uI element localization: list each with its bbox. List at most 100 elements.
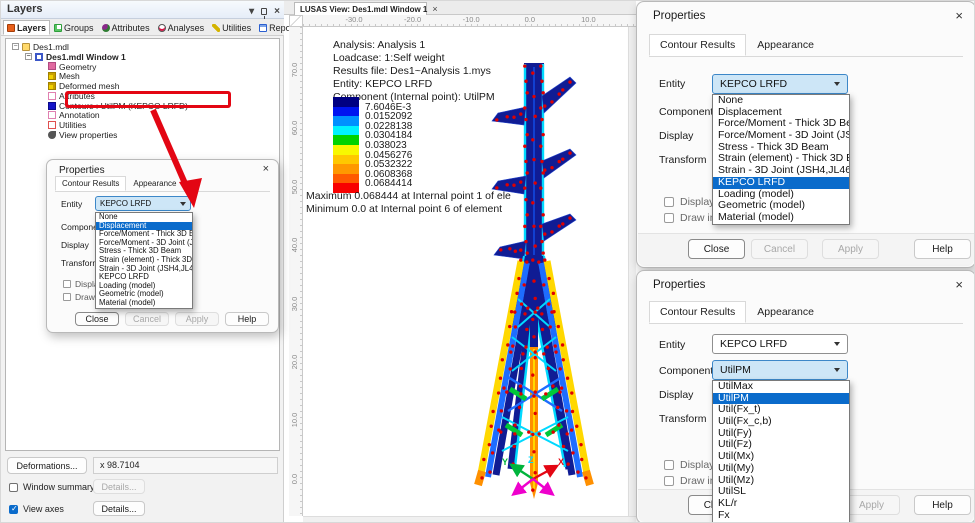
tree-item[interactable]: Geometry xyxy=(10,62,279,72)
tab-contour-results[interactable]: Contour Results xyxy=(649,301,746,323)
help-button[interactable]: Help xyxy=(914,495,971,515)
dropdown-option[interactable]: Util(Fx_c,b) xyxy=(713,416,849,428)
view-axes-checkbox[interactable] xyxy=(9,505,18,514)
dropdown-option[interactable]: Strain - 3D Joint (JSH4,JL46) xyxy=(96,265,192,274)
tree-item[interactable]: Mesh xyxy=(10,71,279,81)
tree-item[interactable]: − Des1.mdl xyxy=(10,42,279,52)
tab-appearance[interactable]: Appearance xyxy=(746,34,825,56)
close-button[interactable]: Close xyxy=(688,239,745,259)
tree-item[interactable]: Annotation xyxy=(10,111,279,121)
panel-tab[interactable]: Groups xyxy=(50,20,98,35)
display-on-checkbox[interactable] xyxy=(63,280,71,288)
close-icon[interactable]: × xyxy=(432,4,437,14)
close-icon[interactable]: × xyxy=(955,277,963,292)
tree-expander[interactable] xyxy=(38,73,45,80)
dropdown-option[interactable]: Loading (model) xyxy=(96,282,192,291)
tree-item[interactable]: View properties xyxy=(10,130,279,140)
cancel-button[interactable]: Cancel xyxy=(751,239,808,259)
close-icon[interactable]: × xyxy=(274,3,280,20)
dropdown-option[interactable]: Util(Fx_t) xyxy=(713,404,849,416)
dropdown-option[interactable]: Stress - Thick 3D Beam xyxy=(96,247,192,256)
window-summary-checkbox[interactable] xyxy=(9,483,18,492)
deformations-button[interactable]: Deformations... xyxy=(7,457,87,474)
dropdown-option[interactable]: Force/Moment - 3D Joint (JSH4 xyxy=(96,239,192,248)
tree-expander[interactable] xyxy=(38,63,45,70)
dropdown-option[interactable]: None xyxy=(713,95,849,107)
dropdown-option[interactable]: UtilSL xyxy=(713,486,849,498)
tree-expander[interactable]: − xyxy=(12,43,19,50)
tab-contour-results[interactable]: Contour Results xyxy=(649,34,746,56)
panel-tab[interactable]: Utilities xyxy=(208,20,255,35)
display-on-checkbox[interactable] xyxy=(664,197,674,207)
vertical-scrollbar[interactable] xyxy=(628,27,636,516)
apply-button[interactable]: Apply xyxy=(175,312,219,326)
dropdown-option[interactable]: Fx xyxy=(713,510,849,522)
dropdown-option[interactable]: Geometric (model) xyxy=(713,200,849,212)
dropdown-option[interactable]: Force/Moment - Thick 3D Beam xyxy=(713,118,849,130)
dropdown-option[interactable]: Util(Mx) xyxy=(713,451,849,463)
dropdown-option[interactable]: KEPCO LRFD xyxy=(96,273,192,282)
panel-tab[interactable]: Attributes xyxy=(98,20,154,35)
panel-tab[interactable]: Layers xyxy=(3,20,50,35)
tree-expander[interactable] xyxy=(38,83,45,90)
dropdown-option[interactable]: Displacement xyxy=(96,222,192,231)
dropdown-option[interactable]: Stress - Thick 3D Beam xyxy=(713,142,849,154)
dropdown-option[interactable]: Geometric (model) xyxy=(96,290,192,299)
chevron-down-icon[interactable]: ▾ xyxy=(249,3,254,20)
dropdown-option[interactable]: Util(My) xyxy=(713,463,849,475)
tree-item[interactable]: − Des1.mdl Window 1 xyxy=(10,52,279,62)
display-on-checkbox[interactable] xyxy=(664,460,674,470)
horizontal-scrollbar[interactable] xyxy=(303,516,636,523)
window-summary-details-button[interactable]: Details... xyxy=(93,479,145,494)
chevron-down-icon xyxy=(834,342,840,346)
dropdown-option[interactable]: Util(Fz) xyxy=(713,439,849,451)
cancel-button[interactable]: Cancel xyxy=(125,312,169,326)
close-button[interactable]: Close xyxy=(75,312,119,326)
draw-in-checkbox[interactable] xyxy=(664,476,674,486)
entity-combobox[interactable]: KEPCO LRFD xyxy=(712,334,848,354)
dropdown-option[interactable]: Material (model) xyxy=(713,212,849,224)
draw-in-checkbox[interactable] xyxy=(63,293,71,301)
dropdown-option[interactable]: Util(Mz) xyxy=(713,475,849,487)
view-axes-details-button[interactable]: Details... xyxy=(93,501,145,516)
dropdown-option[interactable]: Force/Moment - 3D Joint (JSH4 xyxy=(713,130,849,142)
tree-expander[interactable] xyxy=(38,102,45,109)
dropdown-option[interactable]: Force/Moment - Thick 3D Beam xyxy=(96,230,192,239)
help-button[interactable]: Help xyxy=(225,312,269,326)
view-tab[interactable]: LUSAS View: Des1.mdl Window 1 × xyxy=(294,2,427,15)
tab-appearance[interactable]: Appearance xyxy=(126,176,183,191)
dropdown-option[interactable]: Displacement xyxy=(713,107,849,119)
dropdown-option[interactable]: Strain (element) - Thick 3D Bea xyxy=(96,256,192,265)
close-icon[interactable]: × xyxy=(263,163,269,175)
tree-expander[interactable]: − xyxy=(25,53,32,60)
tree-item[interactable]: Utilities xyxy=(10,120,279,130)
entity-combobox[interactable]: KEPCO LRFD xyxy=(95,196,191,211)
dropdown-option[interactable]: UtilMax xyxy=(713,381,849,393)
tree-expander[interactable] xyxy=(38,122,45,129)
dropdown-option[interactable]: KL/r xyxy=(713,498,849,510)
apply-button[interactable]: Apply xyxy=(843,495,900,515)
dropdown-option[interactable]: KEPCO LRFD xyxy=(713,177,849,189)
attributes-icon xyxy=(102,24,110,32)
dropdown-option[interactable]: None xyxy=(96,213,192,222)
entity-combobox[interactable]: KEPCO LRFD xyxy=(712,74,848,94)
tree-expander[interactable] xyxy=(38,112,45,119)
draw-in-checkbox[interactable] xyxy=(664,213,674,223)
tree-expander[interactable] xyxy=(38,132,45,139)
close-icon[interactable]: × xyxy=(955,8,963,23)
tree-expander[interactable] xyxy=(38,92,45,99)
help-button[interactable]: Help xyxy=(914,239,971,259)
tab-contour-results[interactable]: Contour Results xyxy=(55,176,126,191)
tree-item[interactable]: Deformed mesh xyxy=(10,81,279,91)
dropdown-option[interactable]: Strain (element) - Thick 3D Bea xyxy=(713,153,849,165)
apply-button[interactable]: Apply xyxy=(822,239,879,259)
component-combobox[interactable]: UtilPM xyxy=(712,360,848,380)
pin-icon[interactable] xyxy=(261,8,267,15)
tab-appearance[interactable]: Appearance xyxy=(746,301,825,323)
dropdown-option[interactable]: Strain - 3D Joint (JSH4,JL46) xyxy=(713,165,849,177)
panel-tab[interactable]: Analyses xyxy=(154,20,209,35)
dropdown-option[interactable]: UtilPM xyxy=(713,393,849,405)
dropdown-option[interactable]: Material (model) xyxy=(96,299,192,308)
dropdown-option[interactable]: Loading (model) xyxy=(713,189,849,201)
dropdown-option[interactable]: Util(Fy) xyxy=(713,428,849,440)
